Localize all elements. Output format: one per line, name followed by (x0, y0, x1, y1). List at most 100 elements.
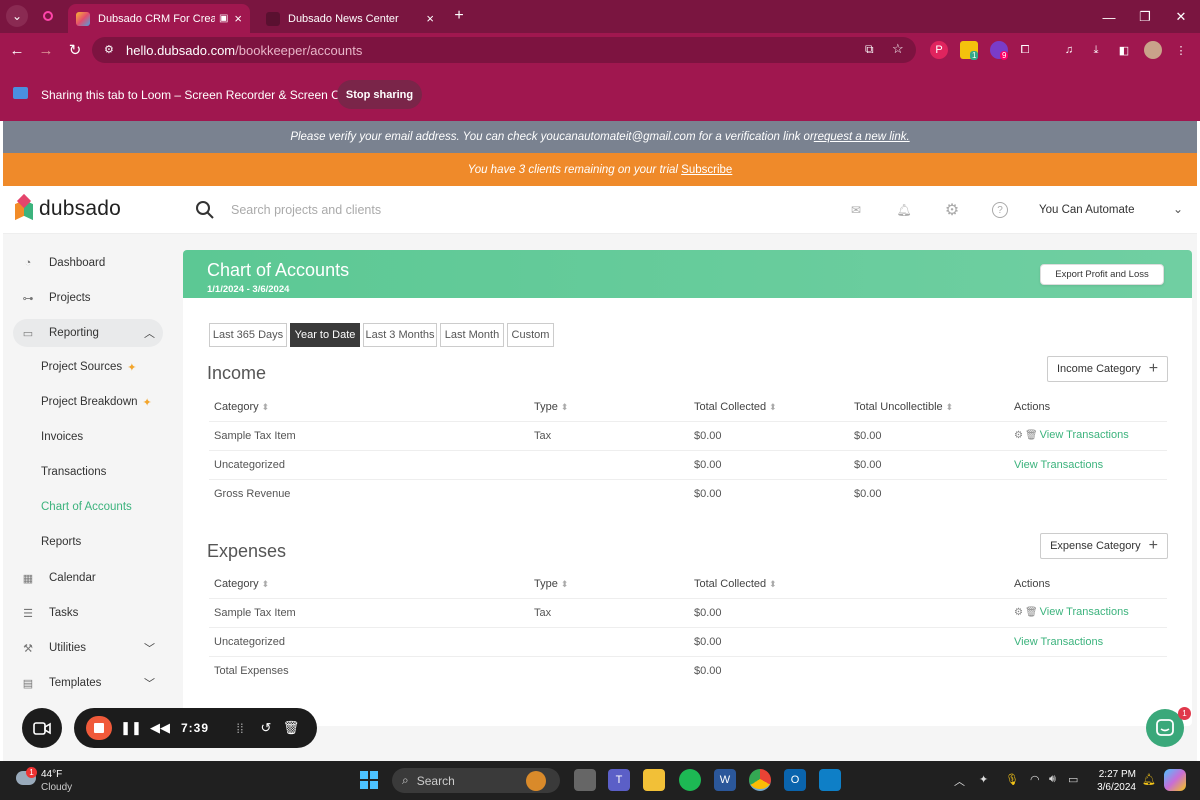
minimize-icon[interactable]: — (1098, 6, 1120, 28)
col-header-category[interactable]: Category ⬍ (214, 401, 269, 413)
loom-camera-button[interactable] (22, 708, 62, 748)
search-input[interactable] (231, 200, 531, 220)
sidebar-sub-project-breakdown[interactable]: Project Breakdown ✦ (41, 392, 152, 412)
show-hidden-icons-icon[interactable]: ︿ (954, 773, 965, 789)
copilot-icon[interactable] (1164, 769, 1186, 791)
store-icon[interactable] (819, 769, 841, 791)
range-last-month[interactable]: Last Month (440, 323, 504, 347)
volume-icon[interactable]: 🔊︎ (1049, 773, 1056, 786)
sidebar-item-templates[interactable]: ▤ Templates ﹀ (13, 669, 163, 697)
col-header-total-collected[interactable]: Total Collected ⬍ (694, 578, 777, 590)
browser-menu-icon[interactable]: ⋮ (1172, 41, 1190, 59)
col-header-type[interactable]: Type ⬍ (534, 578, 568, 590)
tab-dubsado-crm[interactable]: Dubsado CRM For Creatives ▣ × (68, 4, 250, 33)
site-info-icon[interactable]: ⚙ (104, 43, 118, 57)
tab-dubsado-news[interactable]: Dubsado News Center × (258, 4, 442, 33)
col-header-category[interactable]: Category ⬍ (214, 578, 269, 590)
delete-icon[interactable]: 🗑︎ (282, 719, 300, 737)
view-transactions-link[interactable]: View Transactions (1040, 429, 1129, 441)
view-transactions-link[interactable]: View Transactions (1014, 636, 1103, 648)
add-expense-category-button[interactable]: Expense Category + (1040, 533, 1168, 559)
pause-icon[interactable]: ❚❚ (120, 719, 142, 737)
outlook-icon[interactable]: O (784, 769, 806, 791)
sidebar-sub-project-sources[interactable]: Project Sources ✦ (41, 357, 136, 377)
side-panel-icon[interactable]: ◧ (1115, 41, 1133, 59)
media-control-icon[interactable]: ♫ (1060, 41, 1078, 59)
task-view-icon[interactable] (574, 769, 596, 791)
notification-bell-icon[interactable]: 🔔︎ (1142, 773, 1156, 786)
close-tab-icon[interactable]: × (234, 11, 242, 26)
add-income-category-button[interactable]: Income Category + (1047, 356, 1168, 382)
back-icon[interactable]: ← (6, 39, 28, 61)
close-tab-icon[interactable]: × (426, 11, 434, 26)
col-header-total-uncollectible[interactable]: Total Uncollectible ⬍ (854, 401, 953, 413)
file-explorer-icon[interactable] (643, 769, 665, 791)
grid-dots-icon[interactable]: ⁞⁞ (232, 719, 248, 737)
settings-gear-icon[interactable]: ⚙ (942, 200, 962, 220)
new-tab-icon[interactable]: + (448, 5, 470, 27)
range-custom[interactable]: Custom (507, 323, 554, 347)
word-icon[interactable]: W (714, 769, 736, 791)
user-menu[interactable]: You Can Automate (1039, 204, 1134, 216)
dropbox-icon[interactable]: ✦ (979, 773, 988, 786)
trash-icon[interactable]: 🗑︎ (1025, 430, 1038, 441)
url-bar[interactable]: ⚙ hello.dubsado.com/bookkeeper/accounts … (92, 37, 916, 63)
restore-icon[interactable]: ❐ (1134, 6, 1156, 28)
tab-search-icon[interactable]: ⌄ (6, 5, 28, 27)
mail-icon[interactable]: ✉ (846, 200, 866, 220)
export-profit-loss-button[interactable]: Export Profit and Loss (1040, 264, 1164, 285)
sidebar-item-projects[interactable]: ⊶ Projects (13, 284, 163, 312)
sidebar-sub-reports[interactable]: Reports (41, 532, 81, 552)
profile-avatar[interactable] (1144, 41, 1162, 59)
col-header-total-collected[interactable]: Total Collected ⬍ (694, 401, 777, 413)
range-last-365-days[interactable]: Last 365 Days (209, 323, 287, 347)
stop-sharing-button[interactable]: Stop sharing (337, 80, 422, 109)
windows-start-icon[interactable] (358, 769, 380, 791)
sidebar-item-reporting[interactable]: ▭ Reporting ︿ (13, 319, 163, 347)
wifi-icon[interactable]: ◠ (1030, 773, 1040, 786)
sidebar-sub-chart-of-accounts[interactable]: Chart of Accounts (41, 497, 132, 517)
sidebar-sub-invoices[interactable]: Invoices (41, 427, 83, 447)
view-transactions-link[interactable]: View Transactions (1014, 459, 1103, 471)
extension-icon[interactable]: 9 (990, 41, 1009, 60)
pinterest-extension-icon[interactable]: P (930, 41, 948, 59)
restart-icon[interactable]: ↺ (257, 719, 275, 737)
forward-icon[interactable]: → (35, 39, 57, 61)
teams-icon[interactable]: T (608, 769, 630, 791)
settings-gear-icon[interactable]: ⚙ (1014, 607, 1023, 618)
extensions-puzzle-icon[interactable]: ⧠ (1016, 41, 1034, 59)
col-header-type[interactable]: Type ⬍ (534, 401, 568, 413)
battery-icon[interactable]: ▭ (1068, 773, 1078, 786)
loom-recording-icon[interactable] (37, 5, 59, 27)
settings-gear-icon[interactable]: ⚙ (1014, 430, 1023, 441)
close-window-icon[interactable]: ✕ (1170, 6, 1192, 28)
dubsado-logo[interactable]: dubsado (15, 193, 121, 222)
reload-icon[interactable]: ↻ (64, 39, 86, 61)
bookmark-star-icon[interactable]: ☆ (892, 41, 904, 57)
search-icon[interactable] (195, 200, 215, 220)
taskbar-clock[interactable]: 2:27 PM 3/6/2024 (1096, 768, 1136, 794)
spotify-icon[interactable] (679, 769, 701, 791)
sidebar-item-tasks[interactable]: ☰ Tasks (13, 599, 163, 627)
sidebar-item-calendar[interactable]: ▦ Calendar (13, 564, 163, 592)
chevron-down-icon[interactable]: ⌄ (1173, 202, 1183, 216)
rewind-icon[interactable]: ◀◀ (150, 719, 170, 737)
download-icon[interactable]: ⤓ (1087, 41, 1105, 59)
request-new-link[interactable]: request a new link. (814, 131, 910, 143)
sidebar-item-dashboard[interactable]: ◔ Dashboard (13, 249, 163, 277)
range-last-3-months[interactable]: Last 3 Months (363, 323, 437, 347)
chrome-icon[interactable] (749, 769, 771, 791)
help-icon[interactable]: ? (990, 200, 1010, 220)
taskbar-search[interactable]: ⌕ Search (392, 768, 560, 793)
notification-bell-icon[interactable]: 🔔︎ (894, 200, 914, 220)
trash-icon[interactable]: 🗑︎ (1025, 607, 1038, 618)
stop-recording-button[interactable] (86, 716, 112, 740)
view-transactions-link[interactable]: View Transactions (1040, 606, 1129, 618)
install-app-icon[interactable]: ⧉ (865, 42, 874, 57)
sidebar-item-utilities[interactable]: ⚒ Utilities ﹀ (13, 634, 163, 662)
subscribe-link[interactable]: Subscribe (681, 164, 732, 176)
extension-icon[interactable]: 1 (960, 41, 979, 60)
microphone-icon[interactable]: 🎙︎ (1005, 773, 1019, 786)
range-year-to-date[interactable]: Year to Date (290, 323, 360, 347)
sidebar-sub-transactions[interactable]: Transactions (41, 462, 106, 482)
